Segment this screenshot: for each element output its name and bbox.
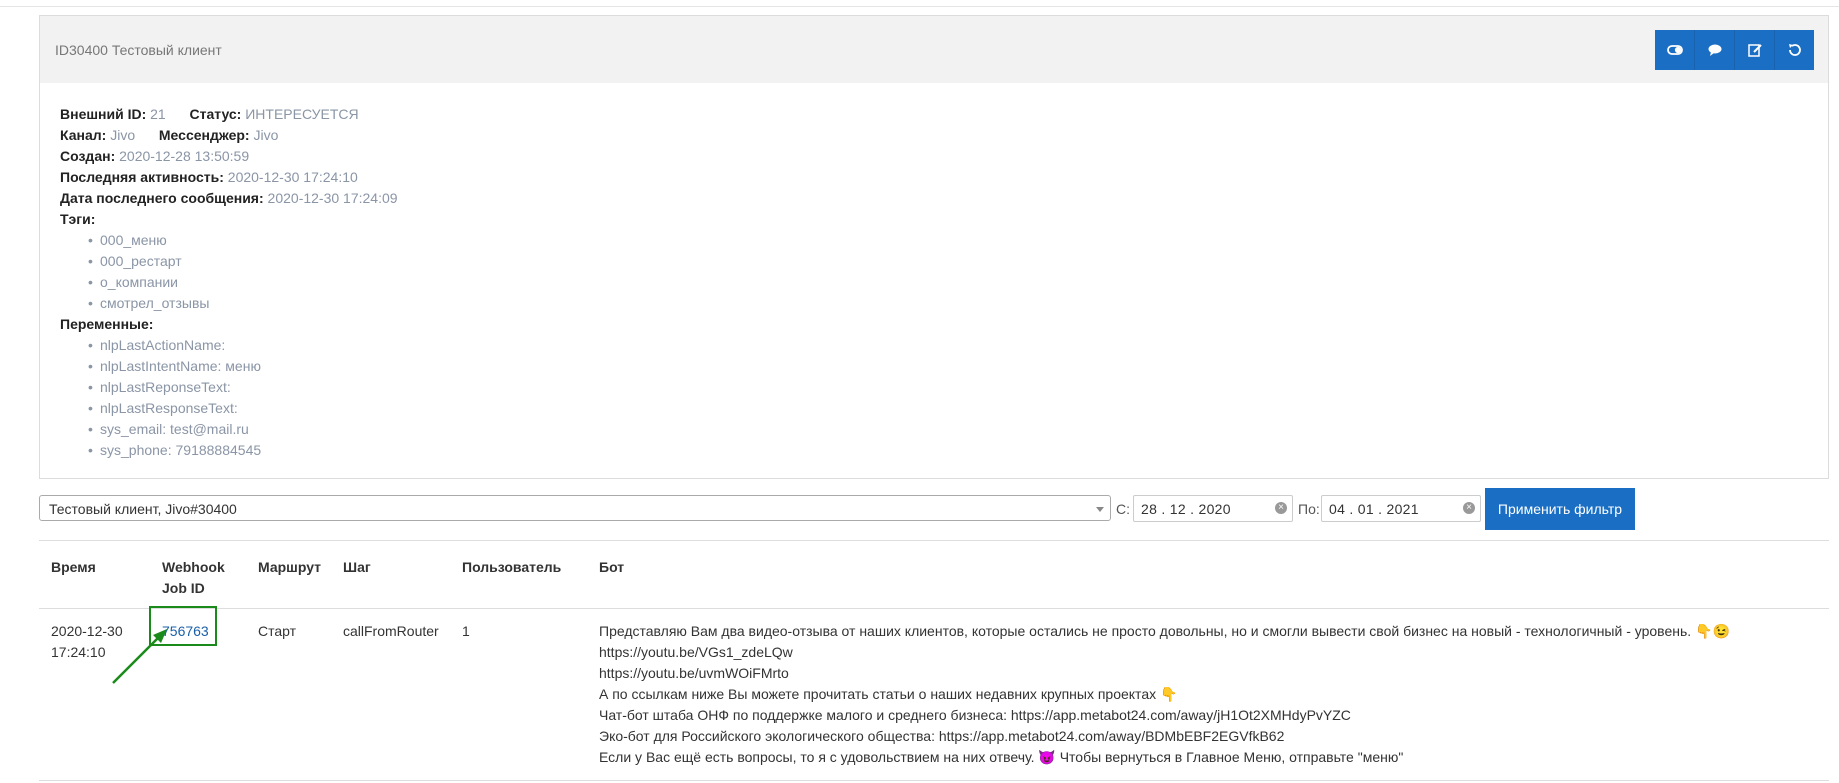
created-label: Создан: [60,148,116,164]
bottom-divider [39,780,1829,781]
edit-button[interactable] [1735,30,1775,70]
external-id-value: 21 [150,106,166,122]
row-bot-message: Представляю Вам два видео-отзыва от наши… [599,621,1730,768]
toggle-button[interactable] [1655,30,1695,70]
variables-list: nlpLastActionName: nlpLastIntentName: ме… [60,335,398,461]
chat-icon [1708,44,1721,56]
client-select-value: Тестовый клиент, Jivo#30400 [49,501,237,517]
chevron-down-icon [1096,507,1104,512]
row-user: 1 [462,623,470,639]
to-date-value: 04 . 01 . 2021 [1329,501,1419,517]
last-message-value: 2020-12-30 17:24:09 [267,190,398,206]
variable-item: nlpLastIntentName: меню [88,356,398,377]
messenger-value: Jivo [253,127,279,143]
refresh-button[interactable] [1775,30,1814,70]
tag-item: 000_меню [88,230,398,251]
tags-list: 000_меню 000_рестарт о_компании смотрел_… [60,230,398,314]
client-select[interactable]: Тестовый клиент, Jivo#30400 [39,495,1111,521]
header-time: Время [51,559,96,575]
external-id-label: Внешний ID: [60,106,147,122]
variable-item: nlpLastActionName: [88,335,398,356]
variable-item: nlpLastResponseText: [88,398,398,419]
card-title: ID30400 Тестовый клиент [55,42,222,58]
toggle-icon [1666,45,1683,55]
bot-line: Если у Вас ещё есть вопросы, то я с удов… [599,749,1404,765]
status-value: ИНТЕРЕСУЕТСЯ [245,106,359,122]
clear-icon[interactable]: × [1463,502,1475,514]
bot-line: А по ссылкам ниже Вы можете прочитать ст… [599,686,1178,702]
variable-item: sys_email: test@mail.ru [88,419,398,440]
last-activity-value: 2020-12-30 17:24:10 [227,169,358,185]
bot-line: Чат-бот штаба ОНФ по поддержке малого и … [599,707,1351,723]
refresh-icon [1788,44,1801,56]
status-label: Статус: [189,106,242,122]
last-message-label: Дата последнего сообщения: [60,190,264,206]
from-date-value: 28 . 12 . 2020 [1141,501,1231,517]
annotation-arrow-icon [112,629,167,684]
tags-label: Тэги: [60,211,96,227]
last-activity-label: Последняя активность: [60,169,224,185]
to-date-input[interactable]: 04 . 01 . 2021 × [1321,495,1481,522]
edit-icon [1747,44,1762,57]
header-bot: Бот [599,559,625,575]
header-job-id-line1: Webhook [162,559,225,575]
tag-item: о_компании [88,272,398,293]
client-details: Внешний ID: 21 Статус: ИНТЕРЕСУЕТСЯ Кана… [60,104,398,461]
apply-filter-button[interactable]: Применить фильтр [1485,488,1635,530]
variable-item: sys_phone: 79188884545 [88,440,398,461]
tag-item: смотрел_отзывы [88,293,398,314]
header-route: Маршрут [258,559,322,575]
log-table: Время Webhook Job ID Маршрут Шаг Пользов… [39,540,1829,765]
bot-line: Представляю Вам два видео-отзыва от наши… [599,623,1730,639]
row-step: callFromRouter [343,623,439,639]
header-job-id: Webhook Job ID [162,557,225,599]
variable-item: nlpLastReponseText: [88,377,398,398]
top-divider [0,6,1839,7]
from-date-input[interactable]: 28 . 12 . 2020 × [1133,495,1293,522]
header-user: Пользователь [462,559,562,575]
from-label: С: [1116,501,1130,517]
created-value: 2020-12-28 13:50:59 [119,148,250,164]
header-divider [39,608,1829,609]
client-card: ID30400 Тестовый клиент Внешний ID: 21 С… [39,15,1829,479]
header-step: Шаг [343,559,371,575]
row-route: Старт [258,623,297,639]
bot-line: https://youtu.be/uvmWOiFMrto [599,665,789,681]
to-label: По: [1298,501,1320,517]
messenger-label: Мессенджер: [158,127,250,143]
tag-item: 000_рестарт [88,251,398,272]
variables-label: Переменные: [60,316,154,332]
card-actions [1655,30,1814,70]
bot-line: Эко-бот для Российского экологического о… [599,728,1285,744]
header-job-id-line2: Job ID [162,580,205,596]
clear-icon[interactable]: × [1275,502,1287,514]
bot-line: https://youtu.be/VGs1_zdeLQw [599,644,793,660]
card-header: ID30400 Тестовый клиент [40,16,1828,83]
channel-value: Jivo [110,127,136,143]
channel-label: Канал: [60,127,107,143]
filter-bar: Тестовый клиент, Jivo#30400 С: 28 . 12 .… [39,488,1639,530]
chat-button[interactable] [1695,30,1735,70]
